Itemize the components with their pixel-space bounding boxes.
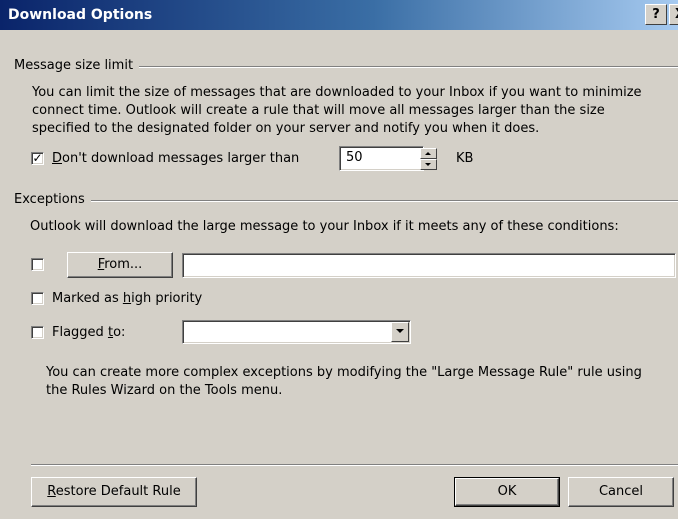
cancel-button[interactable]: Cancel (568, 477, 674, 507)
window-title: Download Options (8, 7, 153, 23)
size-description-line-1: You can limit the size of messages that … (32, 85, 642, 100)
flagged-label[interactable]: Flagged to: (52, 324, 125, 342)
exceptions-group-divider (14, 200, 678, 202)
exceptions-group-title: Exceptions (14, 192, 91, 207)
size-group-title: Message size limit (14, 58, 140, 73)
restore-button-label: estore Default Rule (55, 484, 181, 499)
high-priority-label[interactable]: Marked as high priority (52, 290, 202, 308)
help-button[interactable]: ? (645, 4, 667, 25)
restore-default-rule-button[interactable]: Restore Default Rule (31, 477, 197, 507)
exceptions-footer-line-1: You can create more complex exceptions b… (46, 365, 642, 380)
arrow-up-icon (425, 152, 431, 155)
from-checkbox[interactable] (31, 258, 44, 271)
size-description: You can limit the size of messages that … (32, 84, 642, 138)
from-input[interactable] (182, 253, 676, 278)
high-priority-checkbox[interactable] (31, 292, 44, 305)
size-description-line-3: specified to the designated folder on yo… (32, 121, 540, 136)
high-priority-label-pre: Marked as (52, 291, 123, 306)
from-button[interactable]: From... (67, 252, 173, 278)
high-priority-mnemonic: h (122, 291, 132, 306)
restore-mnemonic: R (47, 484, 56, 499)
from-button-label: rom... (104, 257, 143, 272)
title-bar[interactable]: Download Options ? X (0, 0, 678, 30)
flagged-dropdown-button[interactable] (391, 322, 409, 342)
spin-down-button[interactable] (420, 159, 437, 170)
close-button[interactable]: X (669, 4, 678, 25)
size-unit-label: KB (456, 151, 474, 166)
flagged-checkbox[interactable] (31, 326, 44, 339)
download-options-dialog: Download Options ? X Message size limit … (0, 0, 678, 519)
checkmark-icon: ✓ (32, 151, 43, 165)
ok-button[interactable]: OK (454, 477, 560, 507)
exceptions-intro: Outlook will download the large message … (30, 219, 619, 234)
limit-size-label-text: on't download messages larger than (62, 151, 300, 166)
bottom-separator (31, 464, 678, 466)
flagged-label-pre: Flagged (52, 325, 108, 340)
size-description-line-2: connect time. Outlook will create a rule… (32, 103, 605, 118)
arrow-down-icon (425, 163, 431, 166)
high-priority-label-post: igh priority (131, 291, 203, 306)
limit-size-mnemonic: D (52, 151, 63, 166)
flagged-select[interactable] (182, 320, 411, 344)
limit-size-label[interactable]: Don't download messages larger than (52, 150, 299, 168)
limit-size-checkbox[interactable]: ✓ (31, 152, 44, 165)
spin-up-button[interactable] (420, 148, 437, 159)
size-limit-input[interactable]: 50 (339, 146, 424, 171)
exceptions-footer: You can create more complex exceptions b… (46, 364, 642, 400)
flagged-label-post: o: (113, 325, 126, 340)
chevron-down-icon (396, 329, 404, 333)
exceptions-footer-line-2: the Rules Wizard on the Tools menu. (46, 383, 283, 398)
